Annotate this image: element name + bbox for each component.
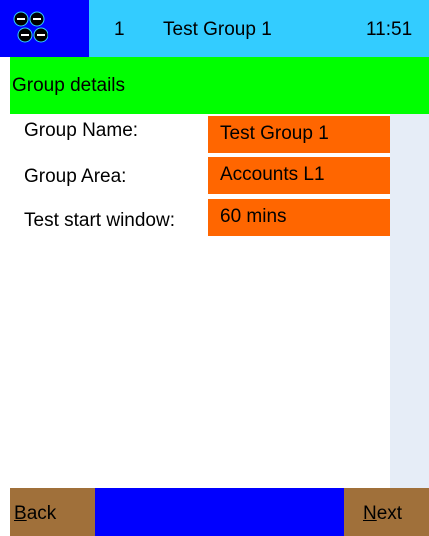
group-area-field[interactable]: Accounts L1 xyxy=(208,157,390,194)
logo-box xyxy=(0,0,89,57)
next-button[interactable]: Next xyxy=(344,488,429,536)
back-button-label: Back xyxy=(14,503,57,524)
test-start-window-label: Test start window: xyxy=(24,210,175,231)
group-name-label: Group Name: xyxy=(24,120,139,141)
group-area-label: Group Area: xyxy=(24,166,127,187)
phones-logo-icon xyxy=(13,11,48,43)
status-title: Test Group 1 xyxy=(163,19,272,40)
next-button-label: Next xyxy=(363,503,403,524)
test-start-window-field[interactable]: 60 mins xyxy=(208,199,390,236)
status-time: 11:51 xyxy=(366,19,413,40)
section-title: Group details xyxy=(12,75,126,96)
section-header: Group details xyxy=(10,57,429,114)
back-button[interactable]: Back xyxy=(10,488,95,536)
status-bar: 1 Test Group 1 11:51 xyxy=(0,0,429,57)
scrollbar[interactable] xyxy=(390,114,429,488)
group-name-field[interactable]: Test Group 1 xyxy=(208,116,390,153)
status-number: 1 xyxy=(114,19,125,40)
